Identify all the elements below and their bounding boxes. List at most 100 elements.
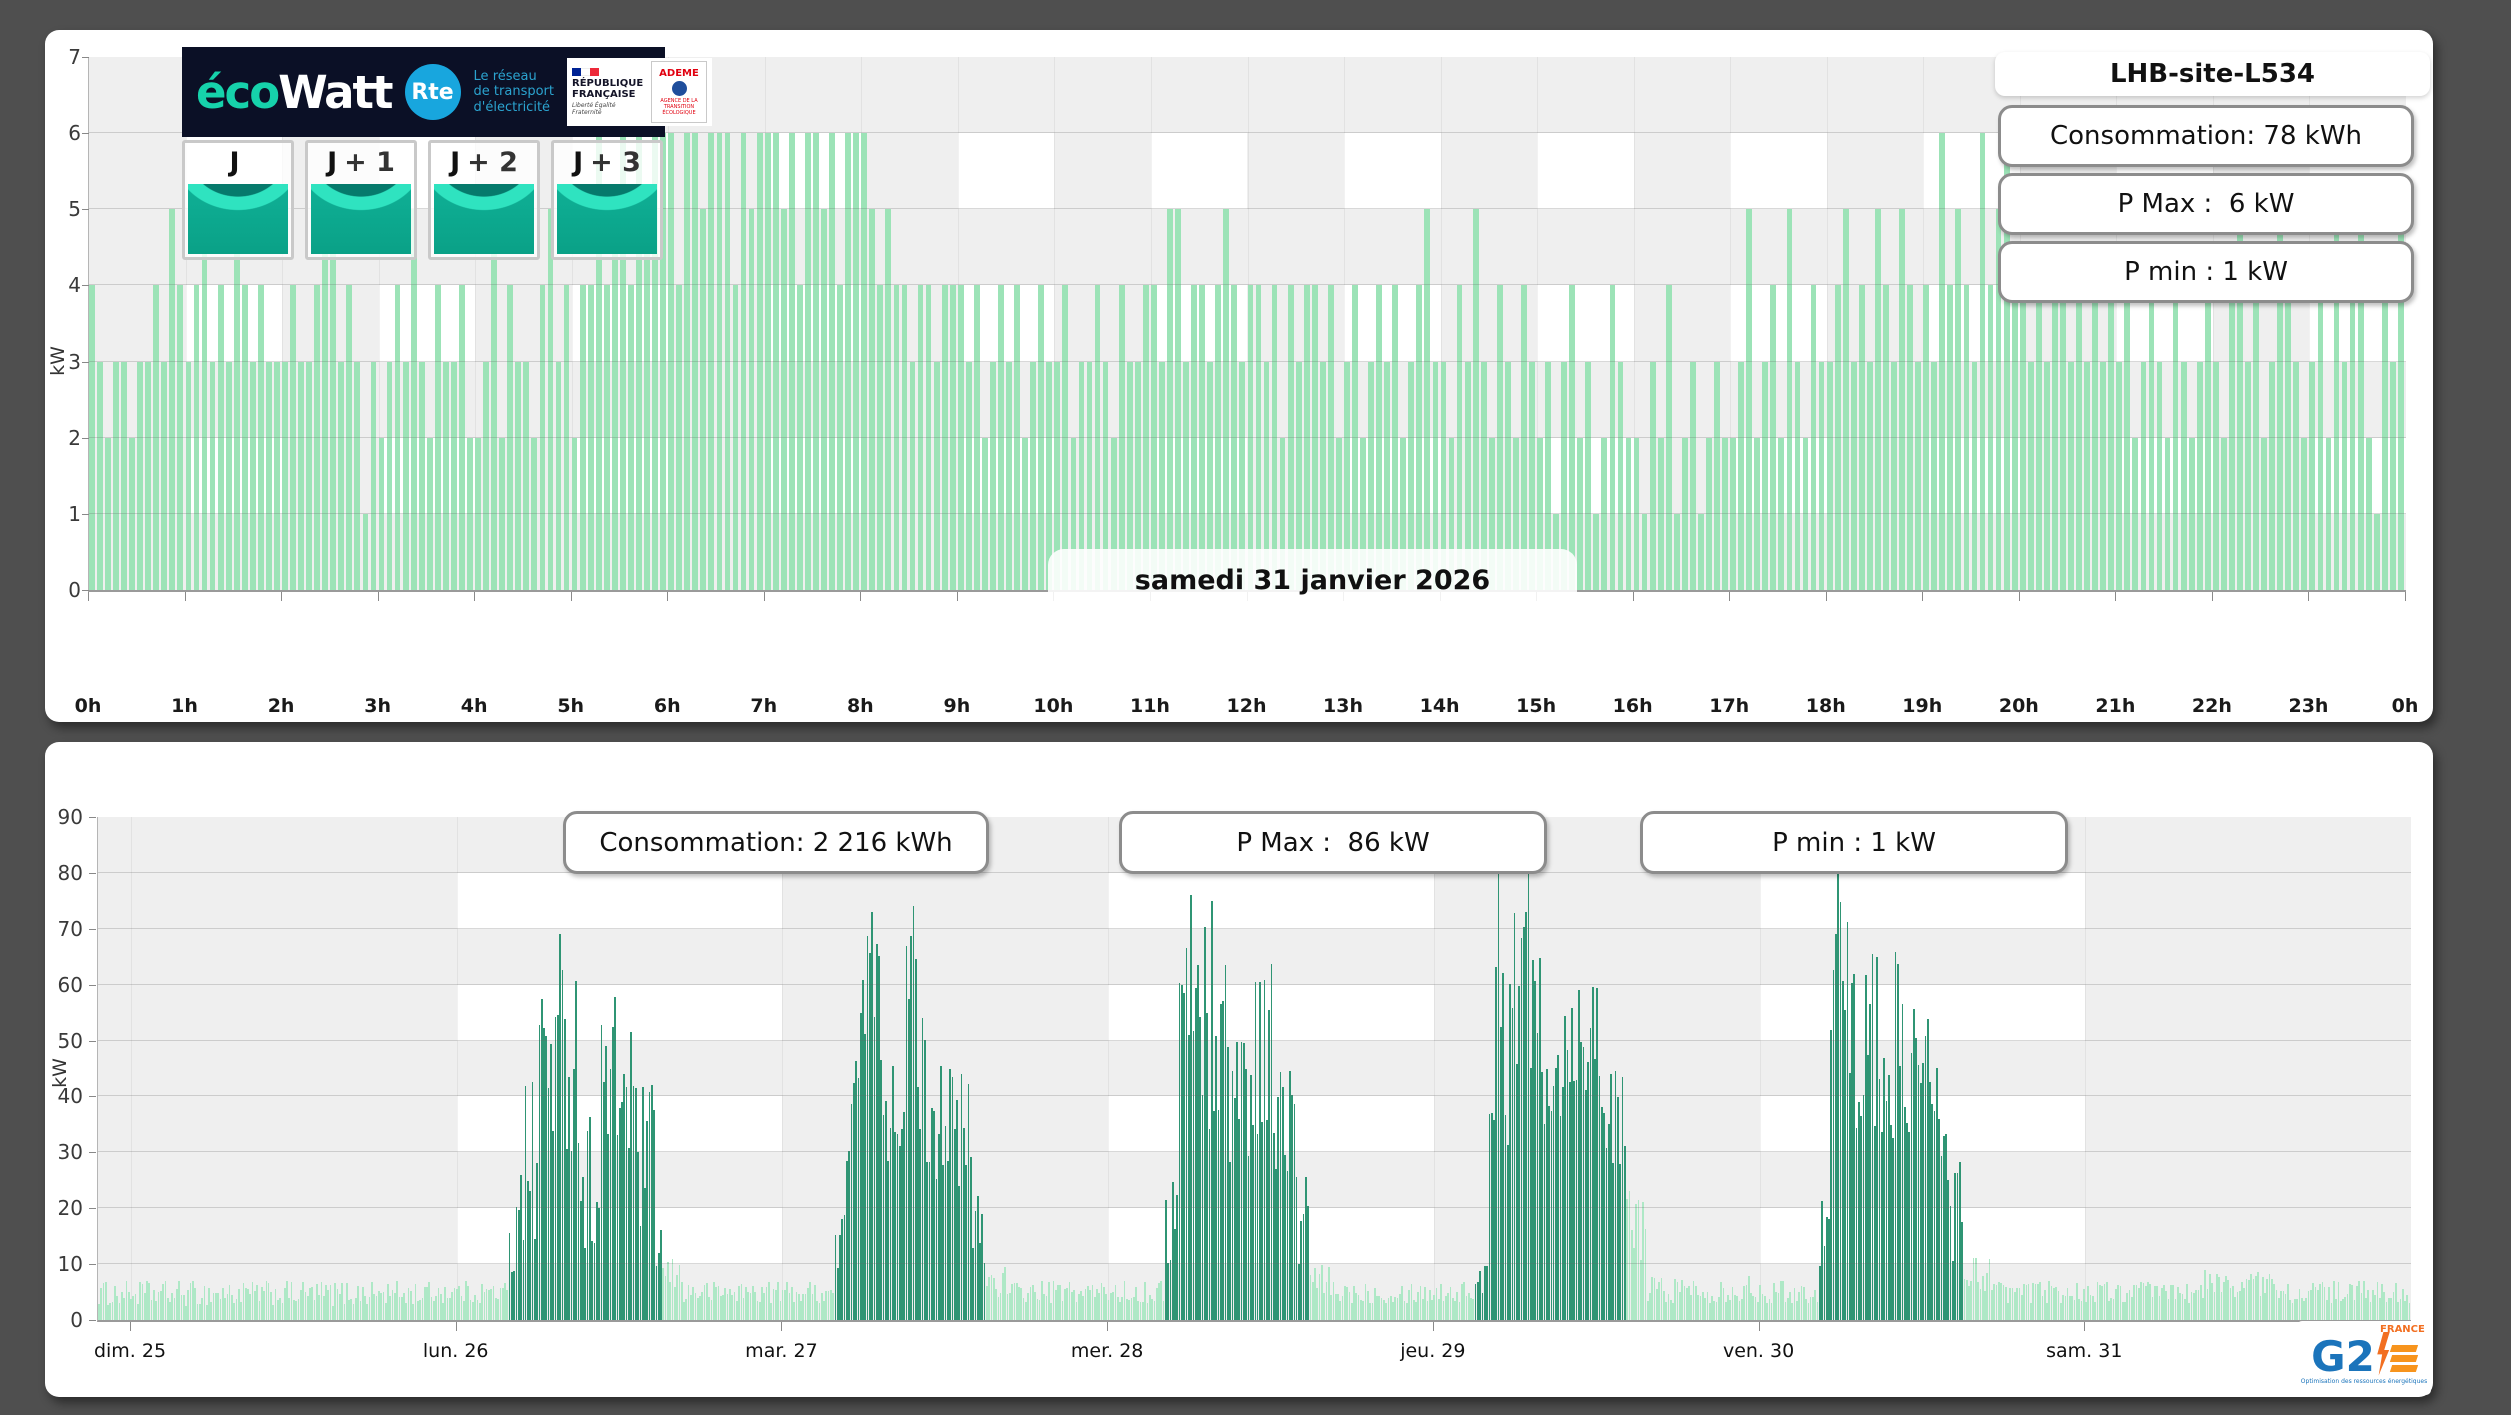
checker-cell <box>1151 133 1248 209</box>
axis-label: 3h <box>364 695 391 717</box>
day-gridline <box>782 817 783 1320</box>
bar <box>1231 285 1237 590</box>
axis-tick <box>281 592 282 601</box>
axis-tick <box>82 285 89 286</box>
bar <box>1473 209 1479 590</box>
axis-tick <box>571 592 572 601</box>
button-day-j[interactable]: J <box>182 140 294 260</box>
axis-label: 7 <box>47 45 81 69</box>
bar <box>1819 362 1825 590</box>
bar <box>2285 285 2291 590</box>
bar <box>2084 362 2090 590</box>
button-day-j3[interactable]: J+ 3 <box>551 140 663 260</box>
bar <box>1947 285 1953 590</box>
gridline <box>98 1151 2411 1152</box>
bar <box>507 285 513 590</box>
bar <box>113 362 119 590</box>
axis-label: 21h <box>2095 695 2135 717</box>
day-pmax-badge: P Max : 6 kW <box>1998 173 2414 235</box>
axis-label: 2 <box>47 426 81 450</box>
axis-label: 4h <box>461 695 488 717</box>
bar <box>1626 438 1632 590</box>
bar <box>306 362 312 590</box>
bar <box>298 362 304 590</box>
axis-label: lun. 26 <box>423 1340 489 1362</box>
bar <box>741 133 747 590</box>
bar <box>580 285 586 590</box>
day-chart-y-axis-title: kW <box>47 346 69 376</box>
bar <box>998 285 1004 590</box>
bar <box>2342 362 2348 590</box>
bar <box>918 285 924 590</box>
axis-label: 18h <box>1806 695 1846 717</box>
axis-tick <box>88 592 89 601</box>
axis-label: 11h <box>1130 695 1170 717</box>
bar <box>797 285 803 590</box>
bar <box>2382 285 2388 590</box>
bar <box>1803 438 1809 590</box>
bar <box>2301 438 2307 590</box>
bar <box>749 209 755 590</box>
bar <box>1304 285 1310 590</box>
axis-label: 60 <box>49 973 83 997</box>
checker-cell <box>1344 133 1441 209</box>
bar <box>604 285 610 590</box>
bar <box>1618 362 1624 590</box>
bar <box>210 362 216 590</box>
bar <box>982 438 988 590</box>
bar <box>564 285 570 590</box>
bar <box>628 285 634 590</box>
gov-logos: RÉPUBLIQUE FRANÇAISE Liberté Égalité Fra… <box>567 58 712 126</box>
bar <box>234 209 240 590</box>
bar <box>2173 285 2179 590</box>
button-day-j1[interactable]: J+ 1 <box>305 140 417 260</box>
bar <box>556 362 562 590</box>
axis-label: 0h <box>75 695 102 717</box>
bar <box>177 285 183 590</box>
bar <box>781 209 787 590</box>
bar <box>105 438 111 590</box>
g2e-logo: G2 FRANCE Optimisation des ressources én… <box>2297 1321 2431 1395</box>
bar <box>1891 362 1897 590</box>
axis-tick <box>781 1322 782 1331</box>
bar <box>1682 438 1688 590</box>
bar <box>379 438 385 590</box>
bar <box>644 209 650 590</box>
gridline <box>89 437 2406 438</box>
bar <box>2374 514 2380 590</box>
bar <box>692 133 698 590</box>
axis-tick <box>130 1322 131 1331</box>
checker-cell <box>958 133 1055 209</box>
bar <box>169 209 175 590</box>
bar <box>1835 285 1841 590</box>
bar <box>1875 209 1881 590</box>
axis-tick <box>82 209 89 210</box>
axis-tick <box>1826 592 1827 601</box>
bar <box>1778 438 1784 590</box>
bar <box>2181 362 2187 590</box>
bar <box>2020 285 2026 590</box>
bar <box>2068 362 2074 590</box>
bar <box>588 285 594 590</box>
axis-tick <box>89 873 96 874</box>
bar <box>700 209 706 590</box>
bar <box>186 362 192 590</box>
bar <box>218 285 224 590</box>
bar <box>548 209 554 590</box>
bar <box>467 438 473 590</box>
bar <box>2036 285 2042 590</box>
axis-label: 7h <box>750 695 777 717</box>
bar <box>1762 362 1768 590</box>
axis-tick <box>89 929 96 930</box>
button-day-j2[interactable]: J+ 2 <box>428 140 540 260</box>
bar <box>717 133 723 590</box>
bar <box>1167 209 1173 590</box>
bar <box>1980 133 1986 590</box>
bar <box>1690 362 1696 590</box>
date-tooltip: samedi 31 janvier 2026 <box>1048 549 1577 611</box>
bar <box>1191 285 1197 590</box>
axis-label: 5h <box>557 695 584 717</box>
axis-tick <box>89 985 96 986</box>
bar <box>1754 438 1760 590</box>
bar <box>2366 438 2372 590</box>
